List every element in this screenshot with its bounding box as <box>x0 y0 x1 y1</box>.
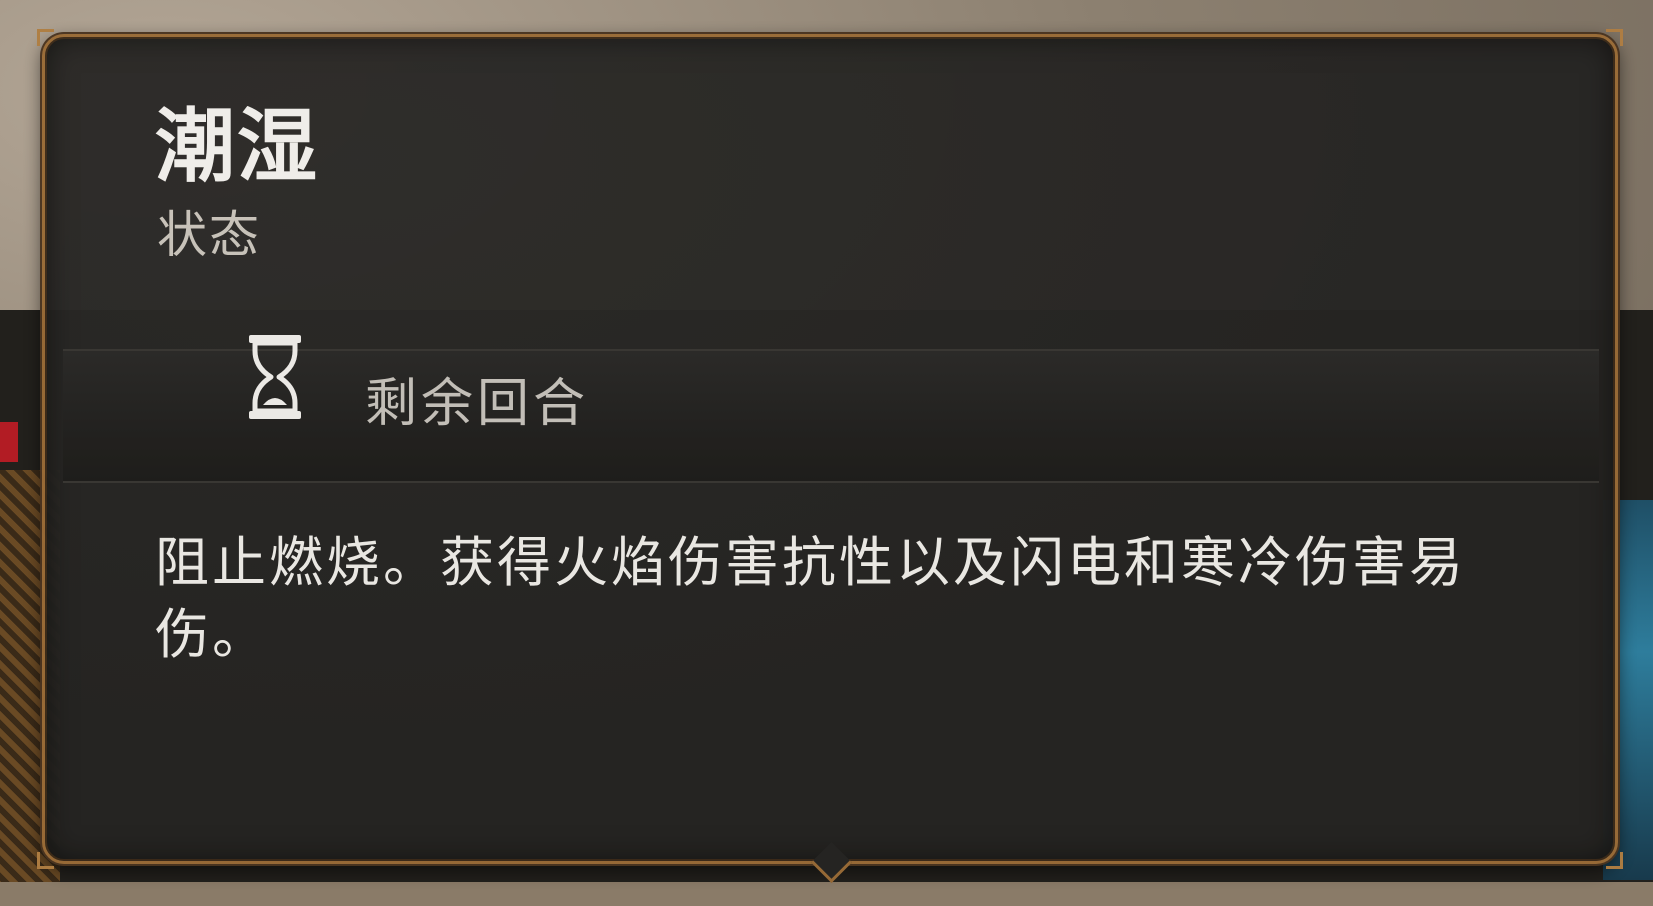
bottom-frame <box>0 882 1653 906</box>
corner-ornament <box>1606 852 1623 869</box>
corner-ornament <box>37 29 54 46</box>
hourglass-icon <box>249 335 301 419</box>
status-type-label: 状态 <box>157 206 261 264</box>
status-description: 阻止燃烧。获得火焰伤害抗性以及闪电和寒冷伤害易伤。 <box>155 531 1466 666</box>
duration-label: 剩余回合 <box>365 374 590 434</box>
corner-ornament <box>1606 29 1623 46</box>
status-title: 潮湿 <box>155 100 319 193</box>
corner-ornament <box>37 852 54 869</box>
health-bar-fragment <box>0 422 18 462</box>
status-tooltip: 潮湿 状态 剩余回合 阻止燃烧。获得火焰伤害抗性以及闪电和寒冷伤害易伤。 <box>37 29 1623 884</box>
